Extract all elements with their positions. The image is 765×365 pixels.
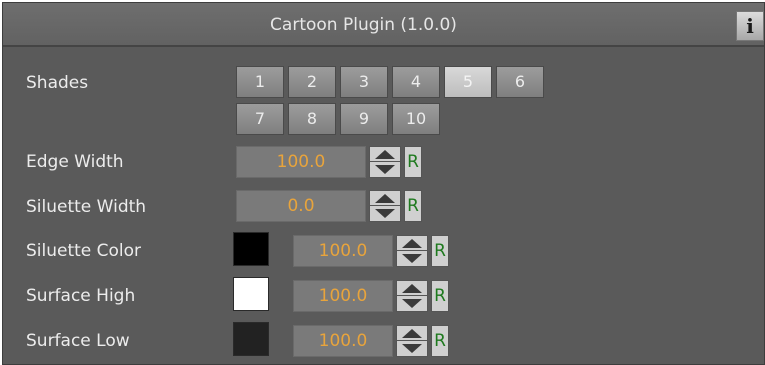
edge-width-decrement-button[interactable]	[370, 162, 400, 177]
edge-width-increment-button[interactable]	[370, 147, 400, 162]
surface-low-swatch[interactable]	[233, 322, 269, 356]
shade-button-7[interactable]: 7	[236, 103, 284, 135]
surface-low-increment-button[interactable]	[397, 326, 427, 341]
arrow-down-icon	[375, 165, 395, 174]
shade-button-5[interactable]: 5	[444, 66, 492, 98]
arrow-down-icon	[402, 254, 422, 263]
arrow-down-icon	[402, 344, 422, 353]
siluette-color-reset-button[interactable]: R	[431, 235, 449, 267]
surface-high-reset-button[interactable]: R	[431, 280, 449, 312]
edge-width-field[interactable]: 100.0	[236, 146, 366, 178]
siluette-color-alpha-field[interactable]: 100.0	[293, 235, 393, 267]
arrow-up-icon	[402, 329, 422, 338]
shade-button-4[interactable]: 4	[392, 66, 440, 98]
shade-button-10[interactable]: 10	[392, 103, 440, 135]
shade-button-6[interactable]: 6	[496, 66, 544, 98]
surface-high-spinner[interactable]	[396, 280, 428, 312]
surface-low-spinner[interactable]	[396, 325, 428, 357]
siluette-color-decrement-button[interactable]	[397, 251, 427, 266]
surface-high-swatch[interactable]	[233, 277, 269, 311]
arrow-up-icon	[402, 284, 422, 293]
arrow-up-icon	[375, 150, 395, 159]
surface-low-reset-button[interactable]: R	[431, 325, 449, 357]
edge-width-reset-button[interactable]: R	[404, 146, 422, 178]
siluette-width-spinner[interactable]	[369, 190, 401, 222]
surface-low-label: Surface Low	[26, 331, 130, 351]
panel-title: Cartoon Plugin (1.0.0)	[270, 15, 457, 35]
shade-button-9[interactable]: 9	[340, 103, 388, 135]
edge-width-spinner[interactable]	[369, 146, 401, 178]
siluette-color-spinner[interactable]	[396, 235, 428, 267]
siluette-width-increment-button[interactable]	[370, 191, 400, 206]
surface-high-decrement-button[interactable]	[397, 296, 427, 311]
siluette-color-increment-button[interactable]	[397, 236, 427, 251]
arrow-up-icon	[375, 194, 395, 203]
info-button[interactable]: i	[736, 11, 764, 41]
shade-button-8[interactable]: 8	[288, 103, 336, 135]
arrow-down-icon	[375, 209, 395, 218]
siluette-color-label: Siluette Color	[26, 241, 142, 261]
surface-high-label: Surface High	[26, 286, 136, 306]
shades-label: Shades	[26, 73, 89, 93]
title-bar: Cartoon Plugin (1.0.0) i	[3, 3, 764, 47]
arrow-up-icon	[402, 239, 422, 248]
cartoon-plugin-panel: Cartoon Plugin (1.0.0) i Shades 1 2 3 4 …	[2, 2, 765, 365]
siluette-width-decrement-button[interactable]	[370, 206, 400, 221]
arrow-down-icon	[402, 299, 422, 308]
shade-button-3[interactable]: 3	[340, 66, 388, 98]
shade-button-1[interactable]: 1	[236, 66, 284, 98]
siluette-color-swatch[interactable]	[233, 232, 269, 266]
siluette-width-label: Siluette Width	[26, 197, 147, 217]
siluette-width-reset-button[interactable]: R	[404, 190, 422, 222]
siluette-width-field[interactable]: 0.0	[236, 190, 366, 222]
shade-button-2[interactable]: 2	[288, 66, 336, 98]
edge-width-label: Edge Width	[26, 152, 124, 172]
surface-low-decrement-button[interactable]	[397, 341, 427, 356]
surface-high-alpha-field[interactable]: 100.0	[293, 280, 393, 312]
surface-high-increment-button[interactable]	[397, 281, 427, 296]
surface-low-alpha-field[interactable]: 100.0	[293, 325, 393, 357]
